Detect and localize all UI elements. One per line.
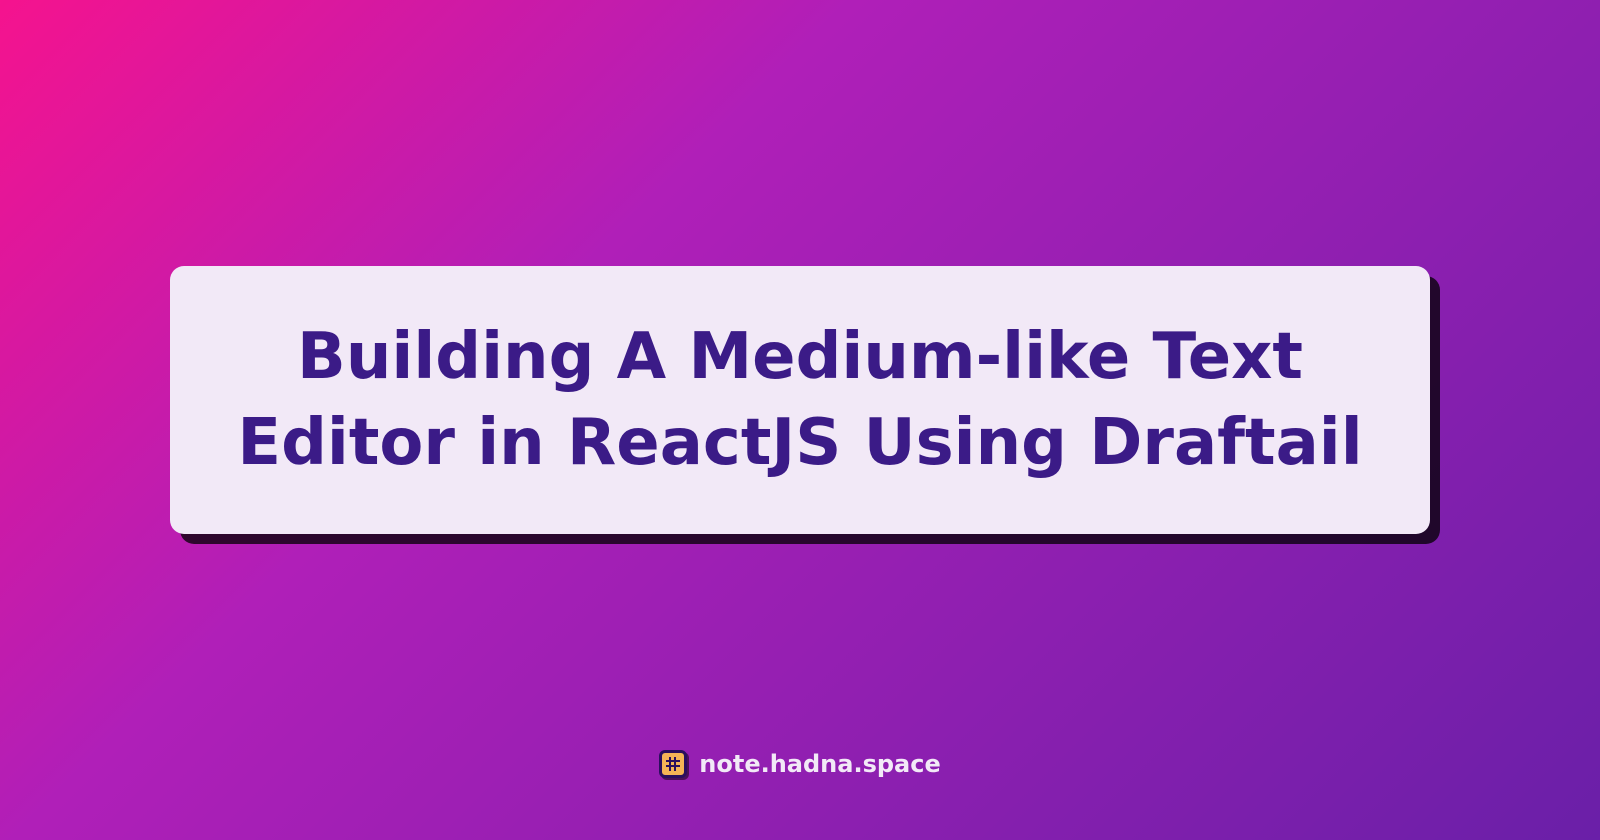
hash-icon bbox=[659, 750, 687, 778]
page-title: Building A Medium-like Text Editor in Re… bbox=[230, 314, 1370, 487]
title-card: Building A Medium-like Text Editor in Re… bbox=[170, 266, 1430, 535]
site-footer: note.hadna.space bbox=[659, 750, 940, 778]
hash-icon-inner bbox=[666, 757, 680, 771]
site-name: note.hadna.space bbox=[699, 750, 940, 778]
